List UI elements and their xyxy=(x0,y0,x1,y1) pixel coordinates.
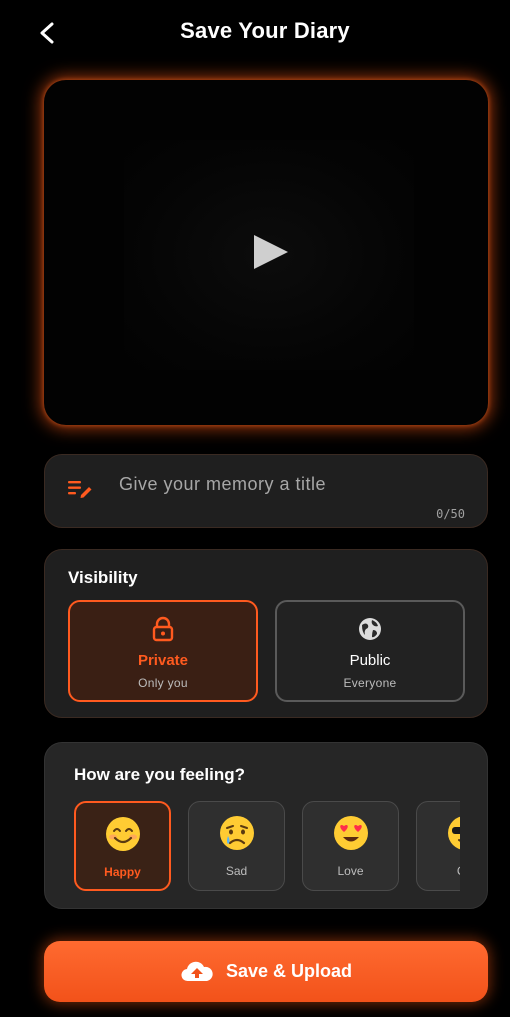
play-icon[interactable] xyxy=(250,232,290,272)
page-title: Save Your Diary xyxy=(180,18,350,43)
happy-emoji-icon xyxy=(105,817,140,851)
mood-option-sad[interactable]: Sad xyxy=(188,801,285,891)
video-preview[interactable] xyxy=(44,80,488,425)
heart-eyes-emoji-icon xyxy=(333,816,368,850)
mood-label: Happy xyxy=(104,865,141,879)
mood-option-happy[interactable]: Happy xyxy=(74,801,171,891)
mood-heading: How are you feeling? xyxy=(74,765,245,784)
visibility-section: Visibility Private Only you Public Every… xyxy=(44,549,488,718)
visibility-sublabel: Everyone xyxy=(343,676,397,690)
title-field-card: 0/50 xyxy=(44,454,488,528)
save-diary-screen: Save Your Diary 0/50 Visibility Private xyxy=(0,0,510,1017)
cloud-upload-icon xyxy=(181,961,213,981)
mood-label: Love xyxy=(337,864,364,878)
mood-option-love[interactable]: Love xyxy=(302,801,399,891)
mood-section: How are you feeling? Happy Sad Love xyxy=(44,742,488,909)
visibility-option-private[interactable]: Private Only you xyxy=(68,600,258,702)
mood-label: Co xyxy=(417,864,460,878)
cool-emoji-icon xyxy=(447,816,460,850)
mood-label: Sad xyxy=(225,864,248,878)
globe-icon xyxy=(359,618,381,640)
mood-option-cool[interactable]: Co xyxy=(416,801,460,891)
visibility-option-public[interactable]: Public Everyone xyxy=(275,600,465,702)
edit-title-icon xyxy=(68,481,92,498)
char-counter: 0/50 xyxy=(436,507,465,521)
save-upload-label: Save & Upload xyxy=(225,961,353,981)
save-upload-button[interactable]: Save & Upload xyxy=(44,941,488,1002)
title-input[interactable] xyxy=(119,469,459,499)
header: Save Your Diary xyxy=(0,0,510,64)
visibility-label: Private xyxy=(137,652,189,669)
visibility-sublabel: Only you xyxy=(138,676,188,690)
visibility-heading: Visibility xyxy=(68,568,138,587)
lock-icon xyxy=(152,616,174,642)
sad-emoji-icon xyxy=(219,816,254,850)
mood-scroller[interactable]: Happy Sad Love xyxy=(74,801,460,893)
visibility-label: Public xyxy=(349,652,391,669)
